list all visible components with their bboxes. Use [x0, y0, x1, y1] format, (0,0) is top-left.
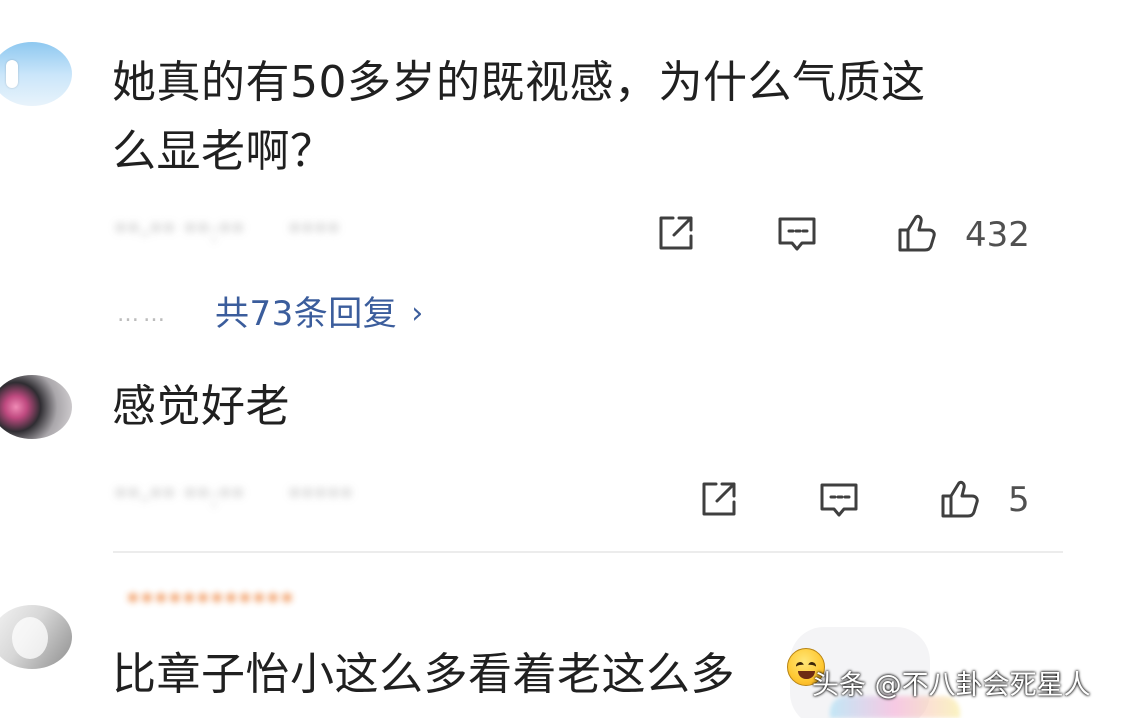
watermark: 头条 @不八卦会死星人 [812, 670, 1091, 701]
reply-button[interactable] [772, 209, 822, 257]
share-icon [702, 482, 736, 516]
comment-divider [113, 551, 1063, 553]
comment-text-line: 她真的有50多岁的既视感，为什么气质这 [112, 57, 926, 108]
comment-icon [778, 217, 816, 251]
comment-location: ***** [288, 483, 353, 513]
like-button[interactable] [936, 475, 986, 523]
avatar[interactable] [0, 42, 72, 106]
comment-time: **-** **:** [114, 483, 245, 513]
view-replies-link[interactable]: 共73条回复 [215, 294, 397, 334]
reply-button[interactable] [814, 475, 864, 523]
comment-text: 感觉好老 [112, 381, 290, 432]
replies-row[interactable]: …… 共73条回复 › [117, 293, 423, 335]
share-button[interactable] [651, 209, 701, 257]
like-count: 432 [965, 215, 1030, 255]
reply-dots: …… [117, 301, 169, 327]
chevron-right-icon: › [411, 296, 424, 331]
thumbs-up-icon [898, 214, 936, 252]
like-count: 5 [1008, 480, 1030, 520]
avatar[interactable] [0, 375, 72, 439]
thumbs-up-icon [941, 480, 979, 518]
comment-icon [820, 483, 858, 517]
share-icon [659, 216, 693, 250]
comment-text: 比章子怡小这么多看着老这么多 [112, 649, 735, 700]
comment-screenshot: 她真的有50多岁的既视感，为什么气质这 么显老啊？ **-** **:** **… [0, 0, 1122, 718]
avatar[interactable] [0, 605, 72, 669]
share-button[interactable] [694, 475, 744, 523]
comment-time: **-** **:** [114, 218, 245, 248]
comment-text-line: 么显老啊？ [112, 126, 335, 177]
like-button[interactable] [893, 209, 943, 257]
avatar-figure [6, 60, 18, 88]
comment-location: **** [288, 218, 340, 248]
blurred-header: ************ [126, 586, 294, 619]
